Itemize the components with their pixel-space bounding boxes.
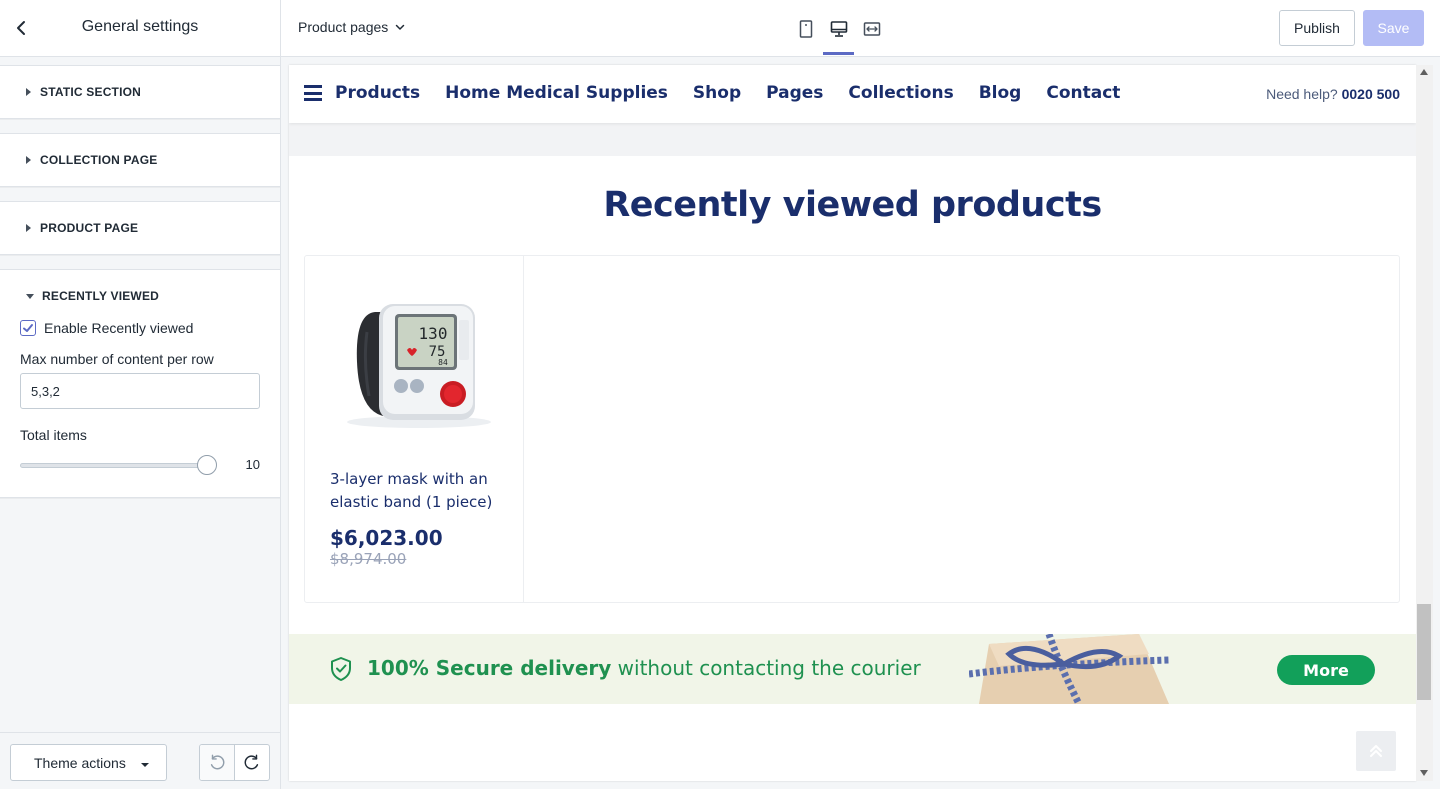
nav-link-shop[interactable]: Shop (693, 83, 741, 103)
redo-icon (244, 754, 258, 769)
nav-link-pages[interactable]: Pages (766, 83, 823, 103)
shield-check-icon (331, 657, 351, 681)
publish-button[interactable]: Publish (1279, 10, 1355, 46)
svg-text:84: 84 (438, 358, 448, 367)
scroll-thumb[interactable] (1417, 604, 1431, 700)
secure-delivery-banner: 100% Secure delivery without contacting … (289, 634, 1416, 704)
promo-more-button[interactable]: More (1277, 655, 1375, 685)
undo-button[interactable] (200, 745, 235, 780)
sidebar-title: General settings (81, 18, 199, 35)
scroll-to-top-button[interactable] (1356, 731, 1396, 771)
max-per-row-label: Max number of content per row (20, 351, 214, 367)
product-card[interactable]: 130 75 84 3-layer mask with an elastic b… (305, 256, 524, 602)
expand-horizontal-icon (863, 21, 880, 36)
product-name[interactable]: 3-layer mask with an elastic band (1 pie… (330, 468, 500, 514)
settings-sidebar: General settings STATIC SECTION COLLECTI… (0, 0, 281, 789)
store-nav: Products Home Medical Supplies Shop Page… (289, 65, 1416, 123)
scroll-up-arrow[interactable] (1420, 69, 1428, 75)
menu-icon[interactable] (304, 85, 322, 101)
mobile-icon (799, 19, 812, 38)
section-label: RECENTLY VIEWED (42, 289, 160, 303)
nav-link-contact[interactable]: Contact (1046, 83, 1120, 103)
full-width-view-button[interactable] (855, 0, 888, 57)
theme-actions-label: Theme actions (34, 754, 126, 771)
nav-link-blog[interactable]: Blog (979, 83, 1022, 103)
help-contact[interactable]: Need help? 0020 500 (1266, 86, 1400, 102)
preview-scrollbar[interactable] (1416, 65, 1433, 781)
total-items-label: Total items (20, 427, 87, 443)
recently-viewed-settings: Enable Recently viewed Max number of con… (0, 316, 280, 497)
blood-pressure-monitor-image[interactable]: 130 75 84 (337, 292, 497, 432)
nav-links: Products Home Medical Supplies Shop Page… (335, 83, 1145, 103)
enable-recently-viewed-row: Enable Recently viewed (20, 316, 260, 340)
max-per-row-input[interactable] (20, 373, 260, 409)
section-product-page: PRODUCT PAGE (0, 201, 280, 255)
desktop-view-button[interactable] (822, 0, 855, 57)
promo-rest: without contacting the courier (611, 656, 921, 680)
promo-text: 100% Secure delivery without contacting … (367, 656, 921, 680)
save-button[interactable]: Save (1363, 10, 1424, 46)
page-selector-label: Product pages (298, 19, 389, 35)
product-price: $6,023.00 (330, 526, 443, 550)
section-collection-page-toggle[interactable]: COLLECTION PAGE (0, 134, 280, 186)
sidebar-footer: Theme actions (0, 732, 280, 789)
enable-recently-viewed-label: Enable Recently viewed (44, 320, 194, 336)
help-prefix: Need help? (1266, 86, 1338, 102)
product-compare-price: $8,974.00 (330, 550, 407, 568)
page-selector[interactable]: Product pages (298, 19, 406, 35)
total-items-slider: 10 (20, 449, 260, 479)
section-label: STATIC SECTION (40, 85, 142, 99)
theme-actions-button[interactable]: Theme actions (10, 744, 167, 781)
section-static: STATIC SECTION (0, 65, 280, 119)
previous-section-band (289, 123, 1416, 156)
desktop-icon (830, 20, 847, 37)
device-switcher (789, 0, 888, 57)
nav-link-home-medical-supplies[interactable]: Home Medical Supplies (445, 83, 668, 103)
help-phone: 0020 500 (1341, 86, 1400, 102)
section-collection-page: COLLECTION PAGE (0, 133, 280, 187)
svg-text:130: 130 (419, 324, 448, 343)
section-static-toggle[interactable]: STATIC SECTION (0, 66, 280, 118)
caret-right-icon (26, 156, 31, 164)
sidebar-header: General settings (0, 0, 280, 57)
undo-icon (210, 754, 225, 769)
slider-thumb[interactable] (197, 455, 217, 475)
double-chevron-up-icon (1370, 745, 1382, 757)
slider-track[interactable] (20, 463, 207, 468)
section-label: COLLECTION PAGE (40, 153, 158, 167)
total-items-value: 10 (245, 457, 260, 472)
editor-topbar: Product pages Publish Save (281, 0, 1440, 57)
caret-right-icon (26, 224, 31, 232)
chevron-down-icon (396, 24, 405, 30)
section-title: Recently viewed products (603, 185, 1102, 225)
checkmark-icon (23, 324, 33, 332)
undo-redo-group (199, 744, 270, 781)
nav-link-collections[interactable]: Collections (848, 83, 953, 103)
gift-box-image (969, 634, 1169, 704)
caret-down-icon (26, 293, 34, 299)
section-recently-viewed-toggle[interactable]: RECENTLY VIEWED (0, 270, 280, 322)
nav-link-products[interactable]: Products (335, 83, 420, 103)
redo-button[interactable] (235, 745, 270, 780)
caret-right-icon (26, 88, 31, 96)
scroll-down-arrow[interactable] (1420, 770, 1428, 776)
storefront-preview: Products Home Medical Supplies Shop Page… (289, 65, 1416, 781)
section-label: PRODUCT PAGE (40, 221, 139, 235)
caret-down-icon (140, 762, 149, 767)
section-recently-viewed: RECENTLY VIEWED Enable Recently viewed M… (0, 269, 280, 498)
promo-bold: 100% Secure delivery (367, 656, 612, 680)
mobile-view-button[interactable] (789, 0, 822, 57)
enable-recently-viewed-checkbox[interactable] (20, 320, 36, 336)
section-product-page-toggle[interactable]: PRODUCT PAGE (0, 202, 280, 254)
product-grid: 130 75 84 3-layer mask with an elastic b… (304, 255, 1400, 603)
